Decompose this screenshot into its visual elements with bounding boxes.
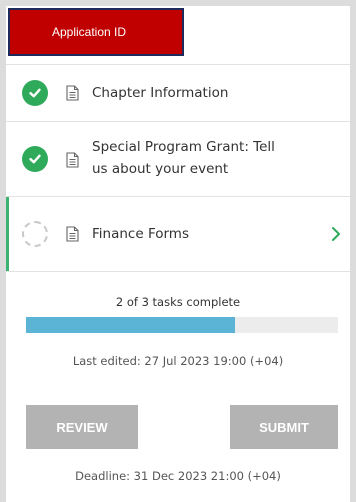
check-circle-icon [22,146,48,172]
deadline-text: Deadline: 31 Dec 2023 21:00 (+04) [75,469,281,483]
progress-summary: 2 of 3 tasks complete [115,295,241,309]
application-id-label: Application ID [51,25,127,39]
check-circle-icon [22,80,48,106]
chevron-right-icon[interactable] [330,226,342,242]
document-icon [66,152,79,168]
task-item-finance-forms[interactable]: Finance Forms [6,197,350,271]
divider [6,271,350,272]
task-item-special-program-grant[interactable]: Special Program Grant: Tell us about you… [6,122,350,196]
pending-circle-icon [22,221,48,247]
task-label: Chapter Information [92,85,229,101]
last-edited-text: Last edited: 27 Jul 2023 19:00 (+04) [72,354,284,368]
document-icon [66,85,79,101]
review-button[interactable]: REVIEW [26,405,138,449]
submit-button[interactable]: SUBMIT [230,405,338,449]
progress-bar [26,317,338,333]
application-id-banner: Application ID [8,8,184,56]
task-label: Finance Forms [92,226,189,242]
task-item-chapter-information[interactable]: Chapter Information [6,65,350,121]
progress-bar-fill [26,317,236,333]
task-panel: Application ID Chapter Information Speci… [6,6,350,502]
task-label: Special Program Grant: Tell us about you… [92,139,275,177]
document-icon [66,226,79,242]
